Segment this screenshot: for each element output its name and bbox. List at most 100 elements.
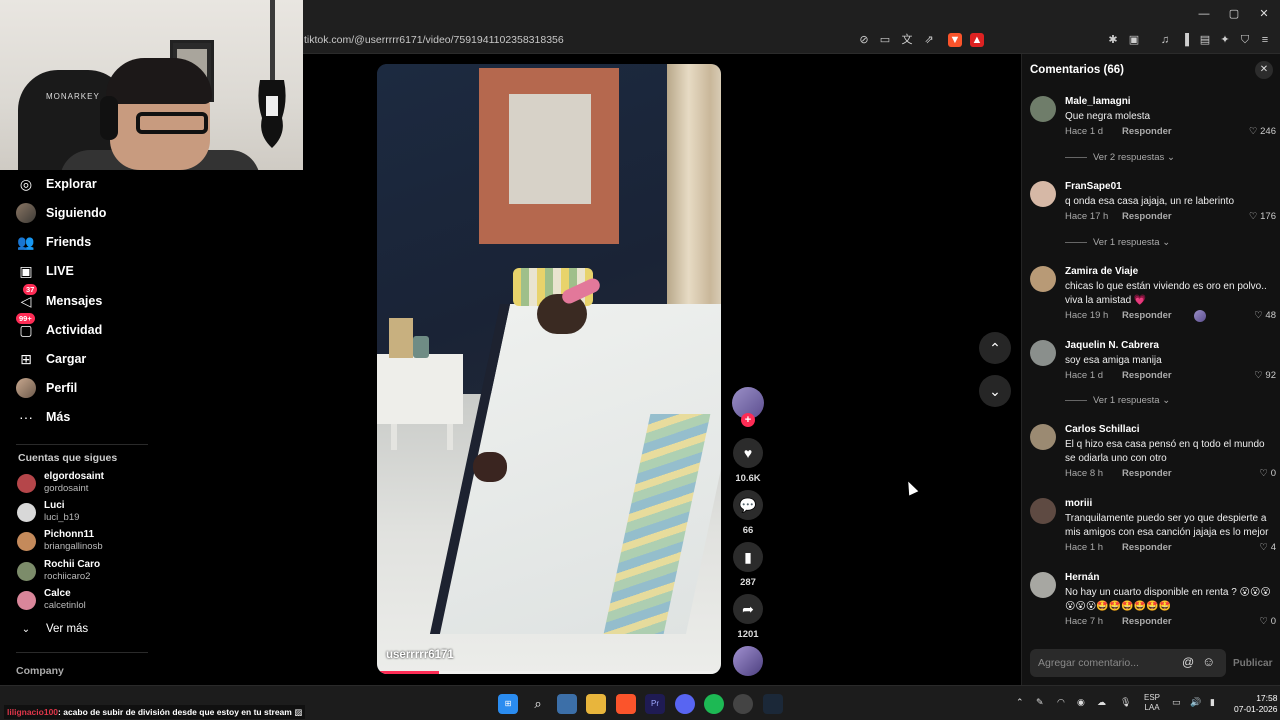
sound-disc-icon[interactable] bbox=[733, 646, 763, 676]
comment-like-button[interactable]: ♡ 92 bbox=[1254, 370, 1276, 381]
previous-video-button[interactable]: ⌃ bbox=[979, 332, 1011, 364]
minimize-button[interactable]: — bbox=[1196, 6, 1212, 22]
comment-avatar[interactable] bbox=[1030, 340, 1056, 366]
follow-plus-icon[interactable]: + bbox=[741, 413, 755, 427]
comment-avatar[interactable] bbox=[1030, 266, 1056, 292]
tray-chevron-up-icon[interactable]: ⌃ bbox=[1016, 697, 1024, 708]
following-account[interactable]: Pichonn11 briangallinosb bbox=[17, 528, 103, 554]
comment-author[interactable]: moriii bbox=[1065, 498, 1092, 509]
leo-ai-icon[interactable]: ✦ bbox=[1218, 33, 1232, 47]
brave-rewards-icon[interactable]: ▲ bbox=[970, 33, 984, 47]
view-replies-button[interactable]: Ver 1 respuesta ⌄ bbox=[1065, 395, 1170, 406]
view-replies-button[interactable]: Ver 2 respuestas ⌄ bbox=[1065, 152, 1175, 163]
language-indicator[interactable]: ESP LAA bbox=[1144, 693, 1160, 713]
see-more-button[interactable]: ⌄ Ver más bbox=[16, 618, 88, 640]
following-account[interactable]: Rochii Caro rochiicaro2 bbox=[17, 558, 100, 584]
nav-mensajes[interactable]: ◁ 37 Mensajes bbox=[16, 284, 102, 312]
comment-like-button[interactable]: ♡ 176 bbox=[1249, 211, 1276, 222]
media-icon[interactable]: ♫ bbox=[1158, 33, 1172, 47]
steam-icon[interactable] bbox=[763, 694, 783, 714]
comment-input[interactable] bbox=[1038, 655, 1178, 671]
nav-cargar[interactable]: ⊞ Cargar bbox=[16, 348, 86, 370]
share-button[interactable]: ➦ bbox=[733, 594, 763, 624]
comment-like-button[interactable]: ♡ 4 bbox=[1260, 542, 1276, 553]
nav-perfil[interactable]: Perfil bbox=[16, 377, 77, 399]
reply-button[interactable]: Responder bbox=[1122, 211, 1172, 222]
emoji-icon[interactable]: ☺ bbox=[1202, 654, 1215, 669]
reply-button[interactable]: Responder bbox=[1122, 542, 1172, 553]
comment-avatar[interactable] bbox=[1030, 572, 1056, 598]
display-icon[interactable]: ▭ bbox=[1172, 697, 1181, 708]
nav-mas[interactable]: ··· Más bbox=[16, 406, 70, 428]
screenshot-icon[interactable]: ▣ bbox=[1127, 33, 1141, 47]
tracking-off-icon[interactable]: ⊘ bbox=[857, 33, 871, 47]
system-clock[interactable]: 17:58 07-01-2026 bbox=[1234, 693, 1277, 715]
maximize-button[interactable]: ▢ bbox=[1226, 6, 1242, 22]
comment-author[interactable]: Zamira de Viaje bbox=[1065, 266, 1138, 277]
pen-icon[interactable]: ✎ bbox=[1036, 697, 1044, 708]
comment-author[interactable]: Jaquelin N. Cabrera bbox=[1065, 340, 1159, 351]
premiere-pro-icon[interactable]: Pr bbox=[645, 694, 665, 714]
comment-avatar[interactable] bbox=[1030, 181, 1056, 207]
vpn-icon[interactable]: ⛉ bbox=[1238, 33, 1252, 47]
reply-button[interactable]: Responder bbox=[1122, 468, 1172, 479]
nav-siguiendo[interactable]: Siguiendo bbox=[16, 202, 106, 224]
close-window-button[interactable]: ✕ bbox=[1256, 6, 1272, 22]
microphone-icon[interactable]: 🎙 bbox=[1120, 697, 1131, 708]
comment-button[interactable]: 💬 bbox=[733, 490, 763, 520]
file-explorer-icon[interactable] bbox=[586, 694, 606, 714]
view-replies-button[interactable]: Ver 1 respuesta ⌄ bbox=[1065, 237, 1170, 248]
like-button[interactable]: ♥ bbox=[733, 438, 763, 468]
comment-like-button[interactable]: ♡ 0 bbox=[1260, 468, 1276, 479]
video-progress-bar[interactable] bbox=[377, 671, 721, 674]
next-video-button[interactable]: ⌄ bbox=[979, 375, 1011, 407]
reply-button[interactable]: Responder bbox=[1122, 616, 1172, 627]
nav-live[interactable]: ▣ LIVE bbox=[16, 260, 73, 282]
nav-actividad[interactable]: ▢ 99+ Actividad bbox=[16, 313, 102, 341]
reply-button[interactable]: Responder bbox=[1122, 370, 1172, 381]
publish-button[interactable]: Publicar bbox=[1233, 658, 1272, 669]
wallet-icon[interactable]: ▤ bbox=[1198, 33, 1212, 47]
spotify-icon[interactable] bbox=[704, 694, 724, 714]
comment-avatar[interactable] bbox=[1030, 498, 1056, 524]
obs-icon[interactable] bbox=[733, 694, 753, 714]
video-username[interactable]: userrrrr6171 bbox=[386, 649, 454, 661]
nav-friends[interactable]: 👥 Friends bbox=[16, 231, 91, 253]
company-link[interactable]: Company bbox=[16, 665, 64, 677]
following-account[interactable]: elgordosaint gordosaint bbox=[17, 470, 104, 496]
following-account[interactable]: Calce calcetinlol bbox=[17, 587, 86, 613]
comment-like-button[interactable]: ♡ 0 bbox=[1260, 616, 1276, 627]
brave-shield-icon[interactable]: ▼ bbox=[948, 33, 962, 47]
reply-button[interactable]: Responder bbox=[1122, 310, 1172, 321]
onedrive-icon[interactable]: ☁ bbox=[1097, 697, 1106, 708]
volume-icon[interactable]: 🔊 bbox=[1190, 697, 1201, 708]
comment-author[interactable]: Male_lamagni bbox=[1065, 96, 1131, 107]
video-player[interactable]: userrrrr6171 bbox=[377, 64, 721, 674]
reply-button[interactable]: Responder bbox=[1122, 126, 1172, 137]
windows-start-icon[interactable]: ⊞ bbox=[498, 694, 518, 714]
comment-like-button[interactable]: ♡ 246 bbox=[1249, 126, 1276, 137]
share-page-icon[interactable]: ⇗ bbox=[922, 33, 936, 47]
comment-author[interactable]: FranSape01 bbox=[1065, 181, 1122, 192]
comment-like-button[interactable]: ♡ 48 bbox=[1254, 310, 1276, 321]
translate-icon[interactable]: 文 bbox=[900, 33, 914, 47]
battery-icon[interactable]: ▮ bbox=[1210, 697, 1215, 708]
extensions-icon[interactable]: ✱ bbox=[1106, 33, 1120, 47]
widgets-icon[interactable] bbox=[557, 694, 577, 714]
url-field[interactable]: tiktok.com/@userrrrr6171/video/759194110… bbox=[304, 34, 564, 46]
following-account[interactable]: Luci luci_b19 bbox=[17, 499, 79, 525]
sidebar-toggle-icon[interactable]: ▐ bbox=[1178, 33, 1192, 47]
cast-icon[interactable]: ▭ bbox=[878, 33, 892, 47]
discord-icon[interactable] bbox=[675, 694, 695, 714]
menu-icon[interactable]: ≡ bbox=[1258, 33, 1272, 47]
steam-tray-icon[interactable]: ◉ bbox=[1077, 697, 1085, 708]
comment-author[interactable]: Carlos Schillaci bbox=[1065, 424, 1139, 435]
brave-browser-icon[interactable] bbox=[616, 694, 636, 714]
headset-tray-icon[interactable]: ◠ bbox=[1057, 697, 1065, 708]
mention-icon[interactable]: @ bbox=[1182, 655, 1194, 669]
search-icon[interactable]: ⌕ bbox=[528, 694, 548, 714]
comment-avatar[interactable] bbox=[1030, 96, 1056, 122]
close-comments-button[interactable]: ✕ bbox=[1255, 61, 1273, 79]
comment-avatar[interactable] bbox=[1030, 424, 1056, 450]
nav-explorar[interactable]: ◎ Explorar bbox=[16, 173, 97, 195]
